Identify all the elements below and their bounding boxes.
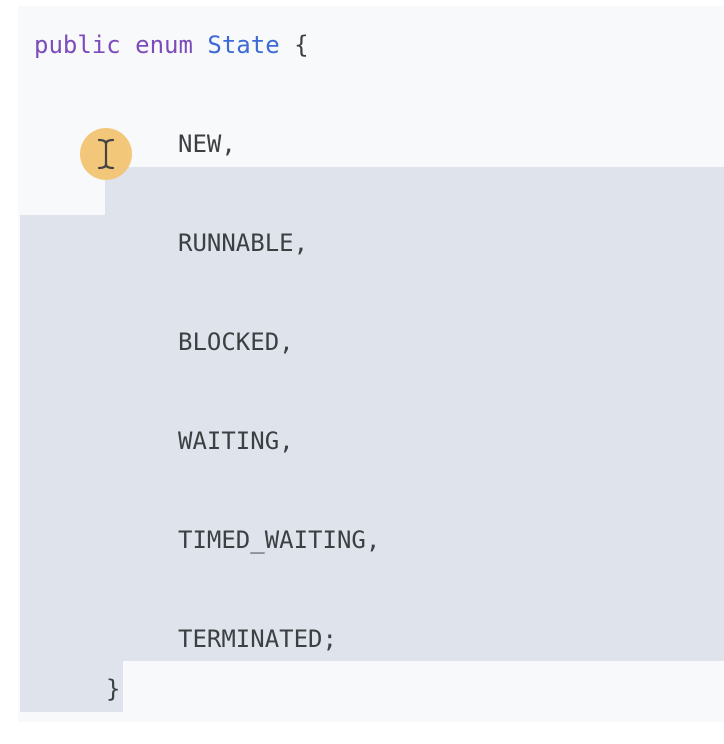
enum-constant-new[interactable]: NEW, (178, 129, 236, 159)
enum-constant-terminated[interactable]: TERMINATED; (178, 624, 337, 654)
enum-type-name: State (207, 31, 280, 59)
selection-highlight (105, 167, 724, 219)
selection-highlight (20, 215, 724, 661)
enum-declaration-line[interactable]: public enum State { (34, 30, 309, 60)
open-brace: { (294, 31, 309, 59)
enum-constant-runnable[interactable]: RUNNABLE, (178, 228, 308, 258)
enum-constant-timed-waiting[interactable]: TIMED_WAITING, (178, 525, 380, 555)
code-block[interactable]: public enum State { NEW, RUNNABLE, BLOCK… (18, 6, 724, 722)
cursor-highlight (80, 128, 132, 180)
text-cursor-icon (97, 138, 115, 170)
keyword-enum: enum (135, 31, 193, 59)
enum-constant-waiting[interactable]: WAITING, (178, 426, 294, 456)
close-brace: } (106, 675, 121, 703)
keyword-public: public (34, 31, 121, 59)
enum-constant-blocked[interactable]: BLOCKED, (178, 327, 294, 357)
